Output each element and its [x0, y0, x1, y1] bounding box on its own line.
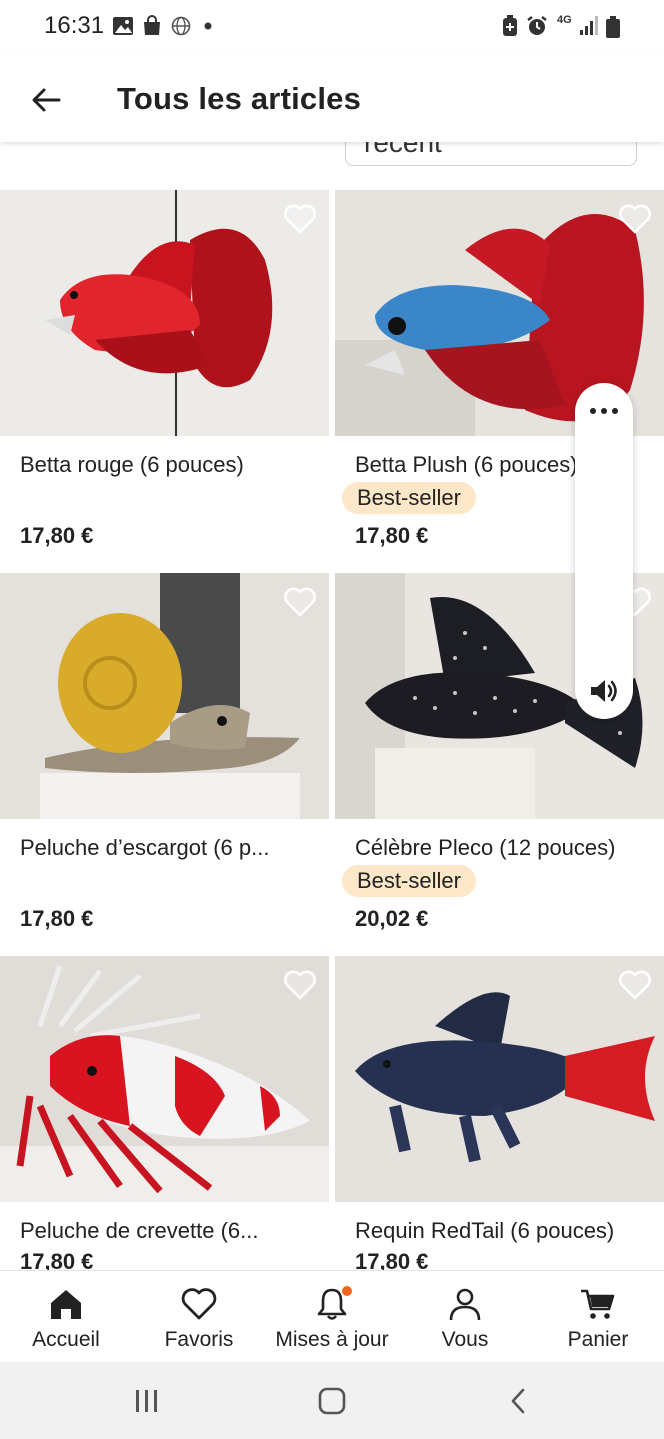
gallery-icon [113, 17, 133, 35]
arrow-left-icon [32, 88, 61, 112]
heart-icon [284, 204, 316, 234]
nav-label: Favoris [164, 1328, 234, 1351]
product-price: 17,80 € [20, 523, 94, 548]
product-title[interactable]: Betta rouge (6 pouces) [20, 452, 244, 478]
nav-item-cart[interactable]: Panier [532, 1271, 664, 1363]
heart-icon [181, 1288, 217, 1320]
favorite-button[interactable] [282, 968, 318, 1002]
nav-item-updates[interactable]: Mises à jour [266, 1271, 398, 1363]
recent-apps-icon [136, 1390, 157, 1412]
heart-icon [619, 204, 651, 234]
nav-label: Vous [441, 1328, 489, 1351]
home-system-button[interactable] [312, 1384, 352, 1418]
product-title[interactable]: Betta Plush (6 pouces) [355, 452, 578, 478]
favorite-button[interactable] [282, 585, 318, 619]
heart-icon [284, 587, 316, 617]
bestseller-badge: Best-seller [342, 482, 476, 514]
more-options-icon[interactable] [589, 405, 619, 415]
shopping-bag-icon [144, 15, 160, 35]
product-image[interactable] [0, 956, 329, 1202]
home-square-icon [318, 1387, 346, 1415]
recent-apps-button[interactable] [127, 1384, 167, 1418]
product-image[interactable] [0, 190, 329, 436]
signal-icon [580, 16, 598, 35]
status-bar: 16:31 4G [0, 0, 664, 56]
back-system-button[interactable] [498, 1384, 538, 1418]
bottom-navigation: Accueil Favoris Mises à jour Vous Panier [0, 1270, 664, 1362]
nav-item-home[interactable]: Accueil [0, 1271, 132, 1363]
user-icon [449, 1288, 481, 1321]
product-title[interactable]: Peluche de crevette (6... [20, 1218, 258, 1244]
chevron-left-icon [511, 1388, 525, 1414]
favorite-button[interactable] [617, 202, 653, 236]
network-type: 4G [557, 14, 572, 26]
globe-icon [171, 16, 191, 36]
product-image[interactable] [0, 573, 329, 819]
favorite-button[interactable] [282, 202, 318, 236]
product-price: 20,02 € [355, 906, 429, 931]
product-title[interactable]: Requin RedTail (6 pouces) [355, 1218, 614, 1244]
volume-panel[interactable] [575, 383, 633, 719]
product-price: 17,80 € [20, 906, 94, 931]
notification-dot [342, 1286, 352, 1296]
nav-item-favorites[interactable]: Favoris [133, 1271, 265, 1363]
nav-label: Mises à jour [275, 1328, 389, 1351]
product-price: 17,80 € [355, 523, 429, 548]
nav-label: Accueil [32, 1328, 100, 1351]
heart-icon [284, 970, 316, 1000]
app-header: Tous les articles [0, 56, 664, 142]
dot-icon [204, 22, 212, 30]
product-title[interactable]: Célèbre Pleco (12 pouces) [355, 835, 615, 861]
nav-label: Panier [567, 1328, 629, 1351]
nav-item-you[interactable]: Vous [399, 1271, 531, 1363]
alarm-icon [527, 16, 547, 35]
heart-icon [619, 970, 651, 1000]
favorite-button[interactable] [617, 968, 653, 1002]
speaker-icon[interactable] [588, 677, 620, 710]
battery-icon [606, 16, 620, 38]
battery-saver-icon [503, 15, 517, 36]
home-icon [51, 1290, 81, 1319]
bestseller-badge: Best-seller [342, 865, 476, 897]
status-time: 16:31 [44, 12, 105, 39]
product-title[interactable]: Peluche d’escargot (6 p... [20, 835, 269, 861]
back-button[interactable] [24, 78, 68, 122]
cart-icon [581, 1289, 615, 1319]
system-navigation-bar [0, 1362, 664, 1439]
page-title: Tous les articles [117, 81, 362, 116]
product-image[interactable] [335, 956, 664, 1202]
